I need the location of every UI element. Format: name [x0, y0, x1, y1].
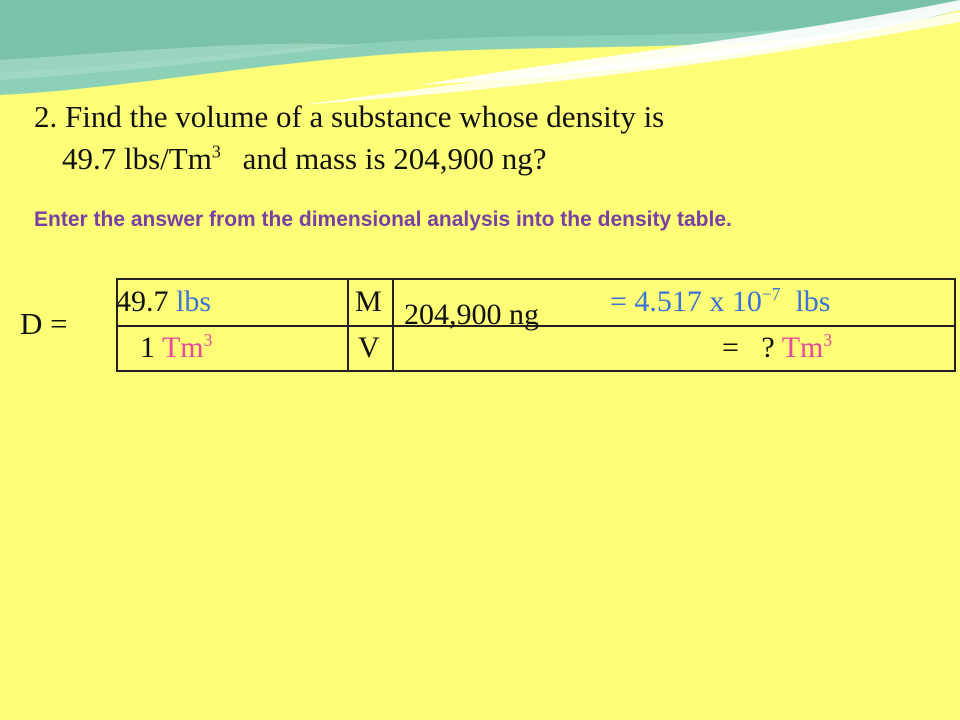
volume-answer: = ? Tm3 [722, 331, 832, 365]
table-right-border [954, 278, 956, 372]
density-denominator-unit: Tm3 [161, 330, 213, 364]
density-label: D = [20, 306, 68, 341]
instruction-text: Enter the answer from the dimensional an… [34, 208, 732, 231]
table-top-border [116, 278, 956, 280]
volume-answer-value: = ? [722, 331, 775, 364]
density-given: 49.7 lbs/Tm [62, 141, 212, 176]
density-numerator-unit: lbs [176, 285, 212, 318]
question-line-1: 2. Find the volume of a substance whose … [34, 99, 665, 134]
density-denominator-value: 1 [140, 331, 155, 364]
volume-answer-unit: Tm3 [781, 330, 833, 364]
table-bottom-border [116, 370, 956, 372]
question-line-2: 49.7 lbs/Tm3 and mass is 204,900 ng? [34, 138, 934, 180]
mass-symbol: M [355, 285, 382, 318]
volume-symbol: V [358, 331, 380, 364]
decorative-wave-banner [0, 0, 960, 105]
table-divider-1 [347, 278, 349, 372]
mass-converted-unit: lbs [795, 285, 831, 318]
mass-given-value: 204,900 ng [404, 298, 539, 331]
mass-given-text: and mass is 204,900 ng? [242, 141, 547, 176]
mass-converted-value: = 4.517 x 10−7 lbs [610, 284, 831, 318]
table-divider-2 [392, 278, 394, 372]
density-numerator: 49.7 lbs [116, 285, 211, 319]
density-denominator: 1 Tm3 [140, 331, 212, 365]
density-given-exponent: 3 [211, 141, 221, 162]
question-text: 2. Find the volume of a substance whose … [34, 96, 934, 180]
mass-converted-exponent: −7 [761, 284, 781, 304]
density-numerator-value: 49.7 [116, 285, 169, 318]
